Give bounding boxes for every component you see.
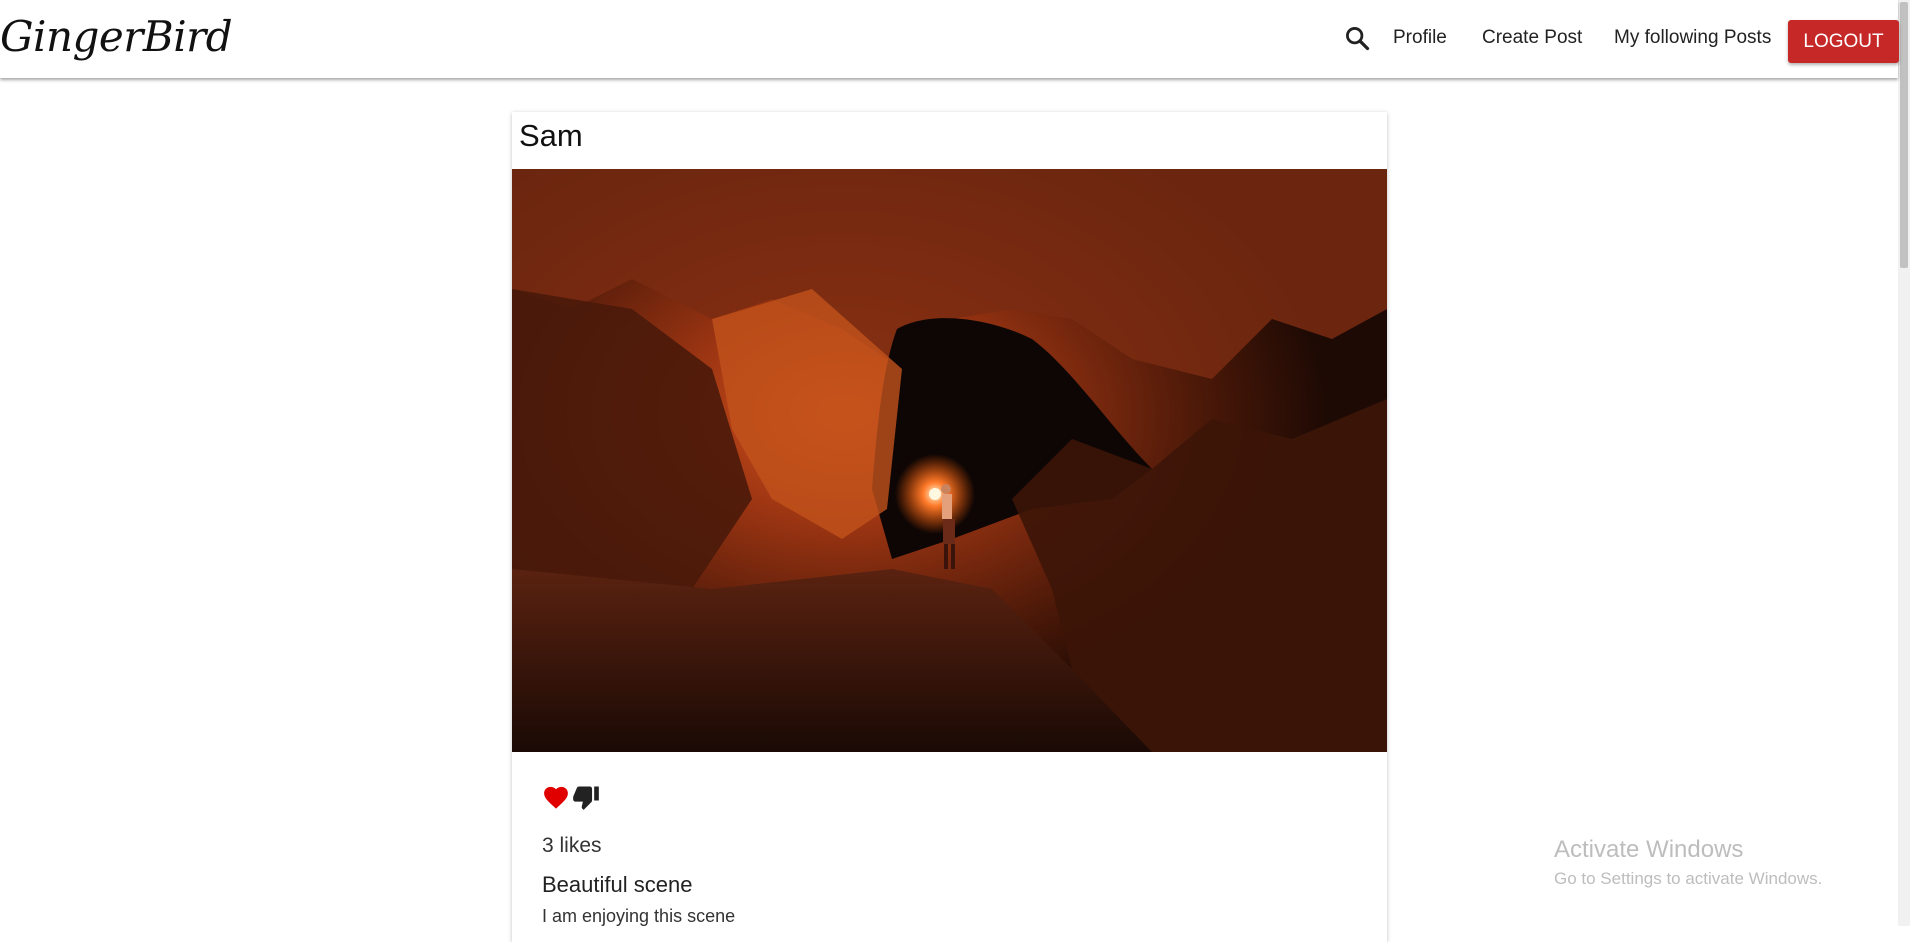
- post-image: [512, 169, 1387, 752]
- logout-button[interactable]: LOGOUT: [1788, 20, 1899, 63]
- post-body: I am enjoying this scene: [542, 906, 736, 926]
- likes-count: 3 likes: [542, 834, 602, 857]
- post-card: Sam 3 likes Beautiful scene I am enjoyin…: [512, 112, 1387, 942]
- heart-icon[interactable]: [542, 784, 572, 812]
- nav-create-post-link[interactable]: Create Post: [1482, 27, 1582, 49]
- post-title: Beautiful scene: [542, 872, 693, 897]
- nav-profile-link[interactable]: Profile: [1393, 27, 1447, 49]
- brand-logo[interactable]: GingerBird: [0, 12, 233, 61]
- windows-activation-subtitle: Go to Settings to activate Windows.: [1554, 869, 1823, 888]
- windows-activation-title: Activate Windows: [1554, 836, 1744, 863]
- post-author-name[interactable]: Sam: [519, 118, 583, 154]
- search-icon[interactable]: [1343, 24, 1371, 52]
- navbar: GingerBird Profile Create Post My follow…: [0, 0, 1899, 78]
- thumbs-down-icon[interactable]: [572, 784, 602, 812]
- nav-following-posts-link[interactable]: My following Posts: [1614, 27, 1771, 49]
- scrollbar-thumb[interactable]: [1900, 2, 1908, 268]
